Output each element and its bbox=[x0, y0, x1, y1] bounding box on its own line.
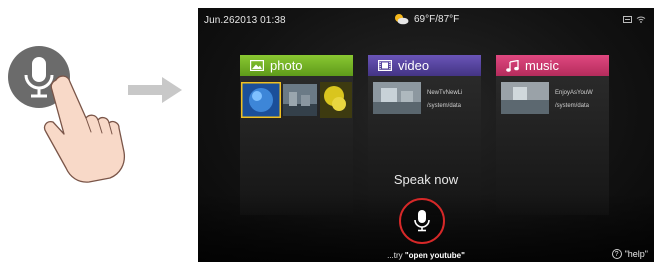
photo-card-header: photo bbox=[240, 55, 353, 76]
film-icon bbox=[378, 60, 392, 71]
voice-hint: ...try "open youtube" bbox=[198, 251, 654, 260]
voice-search-button[interactable] bbox=[399, 198, 445, 244]
right-arrow-icon bbox=[128, 77, 182, 103]
question-mark-icon: ? bbox=[611, 249, 622, 259]
music-card-header: music bbox=[496, 55, 609, 76]
music-card-label: music bbox=[525, 58, 559, 73]
hint-command: "open youtube" bbox=[404, 251, 465, 260]
video-card[interactable]: video NewTvNewLi /system/data bbox=[368, 55, 481, 215]
video-thumbnail[interactable] bbox=[373, 82, 421, 114]
video-card-header: video bbox=[368, 55, 481, 76]
status-bar: Jun.262013 01:38 69°F/87°F bbox=[198, 8, 654, 34]
photo-card-label: photo bbox=[270, 58, 303, 73]
date-time: Jun.262013 01:38 bbox=[204, 15, 286, 26]
music-card[interactable]: music EnjoyAsYouW /system/data bbox=[496, 55, 609, 215]
video-item-path: /system/data bbox=[427, 103, 462, 109]
partly-cloudy-icon bbox=[395, 14, 409, 25]
tv-screen: Jun.262013 01:38 69°F/87°F photo video N… bbox=[198, 8, 654, 262]
system-icons bbox=[623, 16, 646, 23]
music-thumbnail[interactable] bbox=[501, 82, 549, 114]
help-label: "help" bbox=[624, 249, 648, 259]
instruction-illustration bbox=[0, 0, 196, 262]
video-card-label: video bbox=[398, 58, 430, 73]
photo-icon bbox=[250, 60, 264, 71]
photo-thumbnail[interactable] bbox=[320, 82, 352, 118]
weather-temperature: 69°F/87°F bbox=[414, 13, 460, 25]
speak-now-prompt: Speak now bbox=[393, 172, 459, 187]
video-item-title: NewTvNewLi bbox=[427, 90, 463, 96]
microphone-icon bbox=[414, 210, 430, 232]
hint-prefix: ...try bbox=[387, 251, 405, 260]
music-item-title: EnjoyAsYouW bbox=[555, 90, 593, 96]
photo-thumbnail[interactable] bbox=[283, 84, 317, 116]
photo-thumbnail-selected[interactable] bbox=[241, 82, 281, 118]
music-item-path: /system/data bbox=[555, 103, 590, 109]
network-icon bbox=[623, 16, 632, 23]
help-hint[interactable]: ? "help" bbox=[611, 249, 648, 259]
photo-card[interactable]: photo bbox=[240, 55, 353, 215]
pointing-hand-icon bbox=[43, 75, 126, 183]
weather: 69°F/87°F bbox=[393, 13, 459, 25]
music-note-icon bbox=[506, 59, 519, 72]
wifi-icon bbox=[636, 16, 646, 23]
